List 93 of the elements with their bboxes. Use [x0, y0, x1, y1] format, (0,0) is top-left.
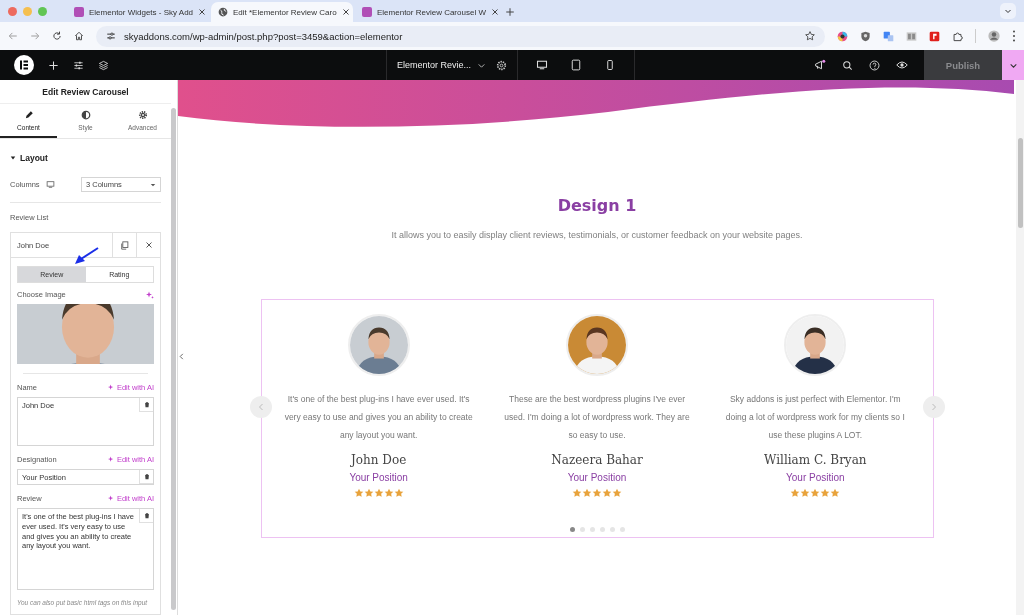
star-icon	[800, 488, 811, 498]
star-icon	[820, 488, 831, 498]
plugin-favicon-icon	[74, 7, 84, 17]
section-header[interactable]: Layout	[0, 139, 171, 171]
delete-icon-button[interactable]	[139, 470, 153, 484]
reviewer-name: John Doe	[351, 453, 407, 467]
star-icon	[810, 488, 821, 498]
pagination-dot[interactable]	[609, 527, 615, 532]
pagination-dot[interactable]	[619, 527, 625, 532]
reviewer-position: Your Position	[786, 472, 845, 483]
settings-icon[interactable]	[496, 59, 507, 71]
caret-down-icon	[10, 155, 16, 161]
site-settings-icon[interactable]	[106, 31, 116, 41]
search-icon[interactable]	[842, 59, 853, 71]
pencil-icon	[23, 110, 34, 120]
desktop-icon[interactable]	[536, 59, 548, 71]
arrow-annotation	[73, 247, 99, 265]
star-icon	[383, 488, 394, 498]
star-icon	[592, 488, 602, 498]
contrast-icon	[80, 110, 91, 120]
layers-icon[interactable]	[98, 59, 109, 71]
puzzle-icon[interactable]	[952, 30, 963, 42]
close-icon[interactable]	[198, 8, 207, 16]
profile-avatar-icon[interactable]	[988, 30, 1000, 42]
star-icon	[393, 488, 404, 498]
close-icon	[144, 241, 153, 249]
ai-sparkle-icon	[107, 384, 115, 391]
star-icon	[353, 488, 364, 498]
extension-icon[interactable]	[929, 30, 940, 42]
ai-sparkle-icon	[107, 495, 115, 502]
pagination-dot[interactable]	[569, 527, 575, 532]
globe-icon	[218, 7, 228, 17]
plugin-favicon-icon	[362, 7, 372, 17]
star-icon	[373, 488, 384, 498]
phone-icon[interactable]	[604, 59, 616, 71]
gear-icon	[137, 110, 148, 120]
section-heading: Design 1	[557, 196, 637, 215]
pagination-dot[interactable]	[589, 527, 595, 532]
panel-title: Edit Review Carousel	[42, 86, 129, 97]
section-subtitle: It allows you to easily display client reviews, testimonials, or customer feedback on your website pages.	[391, 230, 803, 240]
star-icon	[830, 488, 841, 498]
reviewer-position: Your Position	[567, 472, 627, 483]
review-text: Sky addons is just perfect with Elementor. I'm doing a lot of wordpress work for my clients so I use these plugins A LOT.	[724, 393, 906, 442]
star-icon	[572, 488, 582, 498]
delete-icon-button[interactable]	[139, 509, 153, 523]
chevron-left-icon	[256, 403, 265, 411]
image-grid-icon[interactable]	[906, 30, 917, 42]
star-icon	[582, 488, 592, 498]
trash-icon	[143, 401, 150, 408]
star-icon	[363, 488, 374, 498]
star-icon	[790, 488, 801, 498]
delete-icon-button[interactable]	[139, 398, 153, 412]
tablet-icon[interactable]	[570, 59, 582, 71]
chevron-right-icon	[929, 403, 938, 411]
pagination-dot[interactable]	[599, 527, 605, 532]
home-icon[interactable]	[74, 31, 84, 41]
pagination-dot[interactable]	[579, 527, 585, 532]
review-text: It's one of the best plug-ins I have ever used. It's very easy to use and gives you an ability to create any layout you want.	[283, 393, 474, 442]
add-icon[interactable]	[48, 59, 59, 71]
browser-tab[interactable]: Edit *Elementor Review Caro	[211, 2, 353, 22]
browser-tab[interactable]: Elementor Review Carousel W	[355, 2, 497, 22]
trash-icon	[143, 512, 150, 519]
ai-sparkle-icon[interactable]	[146, 290, 154, 299]
star-icon	[612, 488, 622, 498]
trash-icon	[143, 473, 150, 480]
elementor-logo-icon[interactable]	[14, 55, 34, 75]
chevron-left-icon	[178, 353, 185, 360]
reviewer-name: William C. Bryan	[764, 453, 867, 467]
caret-down-icon	[150, 181, 156, 188]
collapse-panel-button[interactable]	[178, 353, 185, 360]
star-outline-icon[interactable]	[805, 31, 815, 41]
address-bar[interactable]: skyaddons.com/wp-admin/post.php?post=3459&action=elementor	[96, 25, 825, 47]
close-icon[interactable]	[341, 8, 350, 16]
sliders-icon[interactable]	[73, 59, 84, 71]
more-options-icon[interactable]	[1012, 30, 1016, 42]
browser-tab[interactable]: Elementor Widgets - Sky Add	[67, 2, 209, 22]
tab-search-button[interactable]	[1000, 3, 1016, 19]
shield-icon[interactable]	[860, 30, 871, 42]
preview-eye-icon[interactable]	[896, 59, 908, 71]
megaphone-icon[interactable]	[814, 59, 826, 71]
help-icon[interactable]	[869, 59, 880, 71]
color-wheel-icon[interactable]	[837, 30, 848, 42]
copy-icon	[120, 240, 129, 250]
new-tab-icon[interactable]	[505, 7, 515, 17]
reload-icon[interactable]	[52, 31, 62, 41]
reviewer-position: Your Position	[349, 472, 408, 483]
star-icon	[602, 488, 612, 498]
reviewer-name: Nazeera Bahar	[551, 453, 643, 467]
review-text: These are the best wordpress plugins I've ever used. I'm doing a lot of wordpress work. They are so easy to use.	[503, 393, 691, 442]
translate-icon[interactable]	[883, 30, 894, 42]
chevron-down-icon	[1004, 7, 1012, 15]
ai-sparkle-icon	[107, 456, 115, 463]
close-icon[interactable]	[490, 8, 499, 16]
